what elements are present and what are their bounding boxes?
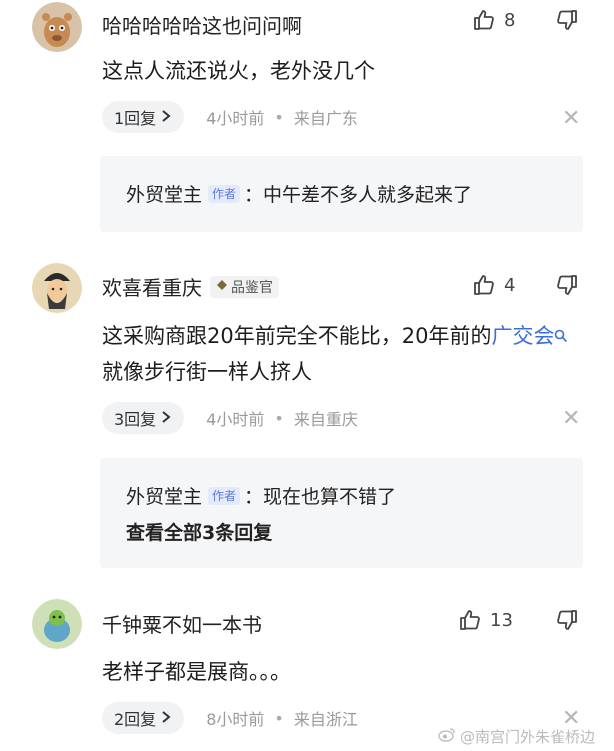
comment-meta: 3回复 4小时前 • 来自重庆 — [102, 402, 358, 434]
thumbs-down-icon — [555, 608, 579, 632]
comment-time: 4小时前 — [206, 109, 265, 128]
chevron-right-icon — [160, 709, 172, 728]
reply-author[interactable]: 外贸堂主 — [126, 482, 202, 509]
comment-text-part: 就像步行街一样人挤人 — [102, 360, 312, 384]
author-tag: 作者 — [208, 184, 241, 203]
weibo-logo-icon — [438, 727, 456, 746]
badge-label: 品鉴官 — [231, 279, 273, 296]
reply-count-label: 3回复 — [114, 410, 157, 429]
like-count: 8 — [504, 9, 516, 31]
separator-dot: • — [274, 107, 284, 127]
reply-text: ：现在也算不错了 — [244, 486, 397, 508]
thumbs-up-icon — [472, 8, 496, 32]
avatar[interactable] — [32, 2, 82, 52]
close-icon[interactable]: ✕ — [562, 408, 580, 430]
search-link[interactable]: 广交会 — [491, 324, 568, 348]
thumbs-down-icon — [555, 273, 579, 297]
dislike-button[interactable] — [555, 608, 579, 632]
separator-dot: • — [274, 408, 284, 428]
like-button[interactable]: 4 — [472, 273, 515, 297]
username[interactable]: 哈哈哈哈哈这也问问啊 — [102, 10, 302, 39]
author-tag: 作者 — [208, 486, 241, 505]
reply-preview[interactable]: 外贸堂主 作者 ：中午差不多人就多起来了 — [100, 156, 583, 232]
thumbs-up-icon — [472, 273, 496, 297]
badge[interactable]: 品鉴官 — [210, 275, 279, 298]
comment-time: 8小时前 — [206, 710, 265, 729]
comment-time: 4小时前 — [206, 410, 265, 429]
username[interactable]: 欢喜看重庆 — [102, 272, 202, 301]
reply-count-button[interactable]: 2回复 — [102, 702, 185, 734]
comment-location: 来自重庆 — [293, 410, 358, 429]
reply-author[interactable]: 外贸堂主 — [126, 180, 202, 207]
comment-text: 这采购商跟20年前完全不能比，20年前的广交会 就像步行街一样人挤人 — [102, 318, 582, 390]
comment-meta: 1回复 4小时前 • 来自广东 — [102, 101, 358, 133]
badge-icon — [216, 279, 228, 295]
dislike-button[interactable] — [555, 8, 579, 32]
thumbs-down-icon — [555, 8, 579, 32]
reply-count-label: 2回复 — [114, 710, 157, 729]
dislike-button[interactable] — [555, 273, 579, 297]
chevron-right-icon — [160, 409, 172, 428]
comment-text-part: 这采购商跟20年前完全不能比，20年前的 — [102, 324, 492, 348]
comment-meta: 2回复 8小时前 • 来自浙江 — [102, 702, 358, 734]
chevron-right-icon — [160, 108, 172, 127]
view-all-replies-link[interactable]: 查看全部3条回复 — [126, 518, 272, 545]
reply-text: ：中午差不多人就多起来了 — [244, 184, 473, 206]
comment-text: 这点人流还说火，老外没几个 — [102, 59, 375, 83]
comment-location: 来自浙江 — [293, 710, 358, 729]
link-text: 广交会 — [491, 324, 555, 348]
avatar[interactable] — [32, 599, 82, 649]
watermark: @南宫门外朱雀桥边 — [438, 726, 595, 747]
reply-count-label: 1回复 — [114, 109, 157, 128]
reply-preview[interactable]: 外贸堂主 作者 ：现在也算不错了 查看全部3条回复 — [100, 458, 583, 568]
separator-dot: • — [274, 708, 284, 728]
comment-location: 来自广东 — [293, 109, 358, 128]
reply-count-button[interactable]: 1回复 — [102, 101, 185, 133]
like-button[interactable]: 13 — [458, 608, 513, 632]
username[interactable]: 千钟粟不如一本书 — [102, 609, 262, 638]
like-count: 4 — [504, 274, 516, 296]
like-count: 13 — [490, 609, 513, 631]
search-icon — [554, 324, 568, 348]
reply-count-button[interactable]: 3回复 — [102, 402, 185, 434]
thumbs-up-icon — [458, 608, 482, 632]
watermark-text: @南宫门外朱雀桥边 — [460, 728, 596, 746]
close-icon[interactable]: ✕ — [562, 108, 580, 130]
avatar[interactable] — [32, 263, 82, 313]
comment-text: 老样子都是展商。。。 — [102, 660, 291, 684]
like-button[interactable]: 8 — [472, 8, 515, 32]
